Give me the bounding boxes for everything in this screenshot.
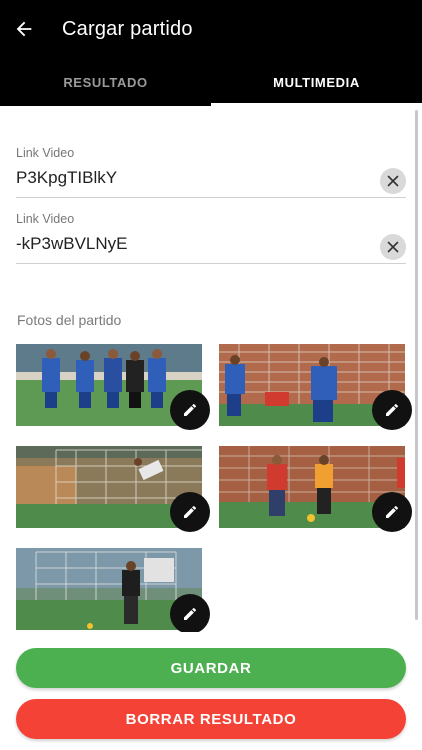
save-button[interactable]: GUARDAR (16, 648, 406, 688)
video-link-field-2[interactable]: Link Video -kP3wBVLNyE (16, 212, 406, 264)
multimedia-content[interactable]: Link Video P3KpgTIBlkY Link Video -kP3wB… (0, 106, 422, 632)
delete-result-button[interactable]: BORRAR RESULTADO (16, 699, 406, 739)
page-title: Cargar partido (62, 17, 193, 40)
pencil-icon (184, 403, 197, 416)
edit-photo-button[interactable] (170, 492, 210, 532)
tab-multimedia[interactable]: MULTIMEDIA (211, 58, 422, 106)
scrollbar[interactable] (415, 110, 418, 620)
video-link-value[interactable]: -kP3wBVLNyE (16, 234, 127, 254)
clear-video-link-button[interactable] (380, 168, 406, 194)
video-link-value[interactable]: P3KpgTIBlkY (16, 168, 117, 188)
edit-photo-button[interactable] (372, 492, 412, 532)
edit-photo-button[interactable] (170, 594, 210, 632)
pencil-icon (184, 607, 197, 620)
video-link-label: Link Video (16, 212, 75, 226)
photos-section-label: Fotos del partido (17, 312, 122, 328)
pencil-icon (386, 403, 399, 416)
pencil-icon (184, 505, 197, 518)
app-bar: Cargar partido (0, 0, 422, 58)
clear-video-link-button[interactable] (380, 234, 406, 260)
video-link-label: Link Video (16, 146, 75, 160)
action-bar: GUARDAR BORRAR RESULTADO (0, 632, 422, 750)
close-icon (387, 175, 399, 187)
video-link-field-1[interactable]: Link Video P3KpgTIBlkY (16, 146, 406, 198)
pencil-icon (386, 505, 399, 518)
close-icon (387, 241, 399, 253)
edit-photo-button[interactable] (170, 390, 210, 430)
tab-bar: RESULTADO MULTIMEDIA (0, 58, 422, 106)
edit-photo-button[interactable] (372, 390, 412, 430)
tab-resultado[interactable]: RESULTADO (0, 58, 211, 106)
arrow-left-icon (16, 21, 32, 37)
back-button[interactable] (0, 0, 52, 58)
